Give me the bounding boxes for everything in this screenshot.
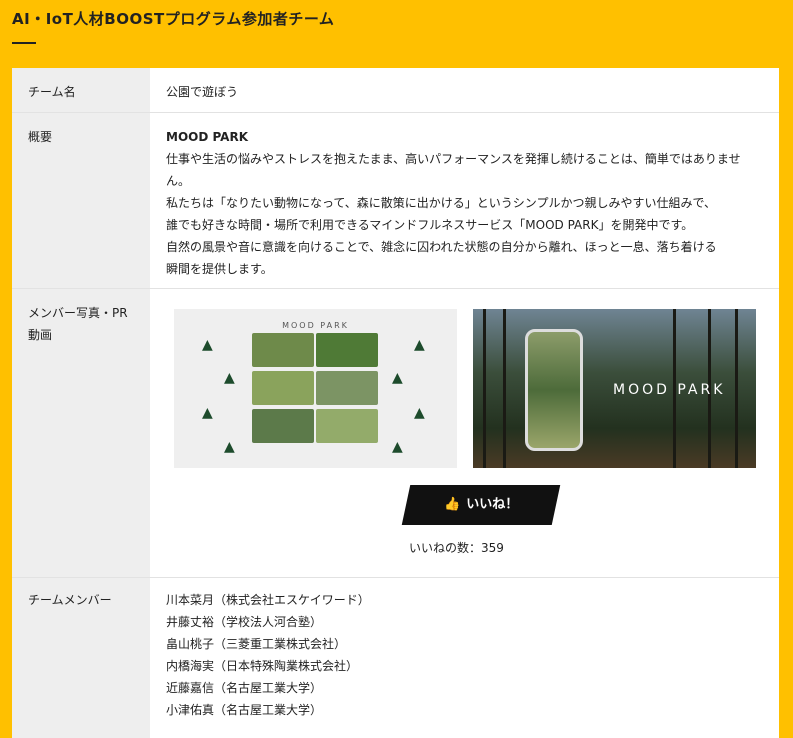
members-label: チームメンバー: [12, 578, 150, 738]
summary-paragraph: 自然の風景や音に意識を向けることで、雑念に囚われた状態の自分から離れ、ほっと一息…: [166, 240, 717, 254]
title-underline: [12, 42, 36, 44]
summary-label: 概要: [12, 113, 150, 288]
member-item: 近藤嘉信（名古屋工業大学）: [166, 681, 323, 695]
tree-trunk: [483, 309, 486, 468]
members-row: チームメンバー 川本菜月（株式会社エスケイワード） 井藤丈裕（学校法人河合塾） …: [12, 578, 779, 738]
members-list: 川本菜月（株式会社エスケイワード） 井藤丈裕（学校法人河合塾） 畠山桃子（三菱重…: [150, 578, 779, 738]
member-item: 川本菜月（株式会社エスケイワード）: [166, 593, 370, 607]
team-name-value: 公園で遊ぼう: [166, 85, 239, 99]
tree-trunk: [735, 309, 738, 468]
tree-icon: ▲: [202, 337, 213, 353]
summary-title: MOOD PARK: [166, 130, 249, 144]
media-content: MOOD PARK ▲ ▲ ▲ ▲ ▲ ▲ ▲ ▲ MOOD PARK 👍 いい…: [150, 289, 779, 577]
summary-row: 概要 MOOD PARK 仕事や生活の悩みやストレスを抱えたまま、高いパフォーマ…: [12, 113, 779, 289]
like-button-label: いいね！: [466, 497, 519, 512]
mood-park-logo: MOOD PARK: [613, 382, 726, 398]
tree-trunk: [503, 309, 506, 468]
team-name-label: チーム名: [12, 68, 150, 112]
summary-paragraph: 仕事や生活の悩みやストレスを抱えたまま、高いパフォーマンスを発揮し続けることは、…: [166, 152, 741, 188]
summary-paragraph: 瞬間を提供します。: [166, 262, 273, 276]
tree-icon: ▲: [392, 370, 403, 386]
like-button[interactable]: 👍 いいね！: [401, 485, 561, 525]
member-photo: [316, 371, 378, 405]
member-photo-image[interactable]: MOOD PARK ▲ ▲ ▲ ▲ ▲ ▲ ▲ ▲: [174, 309, 457, 468]
team-info-table: チーム名 公園で遊ぼう 概要 MOOD PARK 仕事や生活の悩みやストレスを抱…: [12, 68, 779, 738]
member-item: 小津佑真（名古屋工業大学）: [166, 703, 323, 717]
member-photo: [316, 333, 378, 367]
tree-icon: ▲: [414, 337, 425, 353]
member-photo: [252, 333, 314, 367]
tree-icon: ▲: [414, 405, 425, 421]
pr-video-thumbnail[interactable]: MOOD PARK: [473, 309, 756, 468]
member-item: 内橋海実（日本特殊陶業株式会社）: [166, 659, 359, 673]
thumbs-up-icon: 👍: [443, 497, 461, 512]
summary-paragraph: 私たちは「なりたい動物になって、森に散策に出かける」というシンプルかつ親しみやす…: [166, 196, 716, 210]
page-title: AI・IoT人材BOOSTプログラム参加者チーム: [12, 10, 335, 28]
summary-content: MOOD PARK 仕事や生活の悩みやストレスを抱えたまま、高いパフォーマンスを…: [150, 113, 779, 288]
summary-paragraph: 誰でも好きな時間・場所で利用できるマインドフルネスサービス「MOOD PARK」…: [166, 218, 694, 232]
member-photo: [252, 409, 314, 443]
tree-icon: ▲: [224, 370, 235, 386]
member-item: 畠山桃子（三菱重工業株式会社）: [166, 637, 347, 651]
member-item: 井藤丈裕（学校法人河合塾）: [166, 615, 323, 629]
media-row: メンバー写真・PR動画 MOOD PARK ▲ ▲ ▲ ▲ ▲ ▲ ▲ ▲ MO…: [12, 289, 779, 578]
tree-icon: ▲: [392, 439, 403, 455]
tree-icon: ▲: [224, 439, 235, 455]
member-photo: [252, 371, 314, 405]
media-label: メンバー写真・PR動画: [12, 289, 150, 577]
tree-icon: ▲: [202, 405, 213, 421]
team-name-row: チーム名 公園で遊ぼう: [12, 68, 779, 113]
like-count: いいねの数：359: [409, 541, 504, 555]
member-photo: [316, 409, 378, 443]
smartphone-mockup: [525, 329, 583, 451]
